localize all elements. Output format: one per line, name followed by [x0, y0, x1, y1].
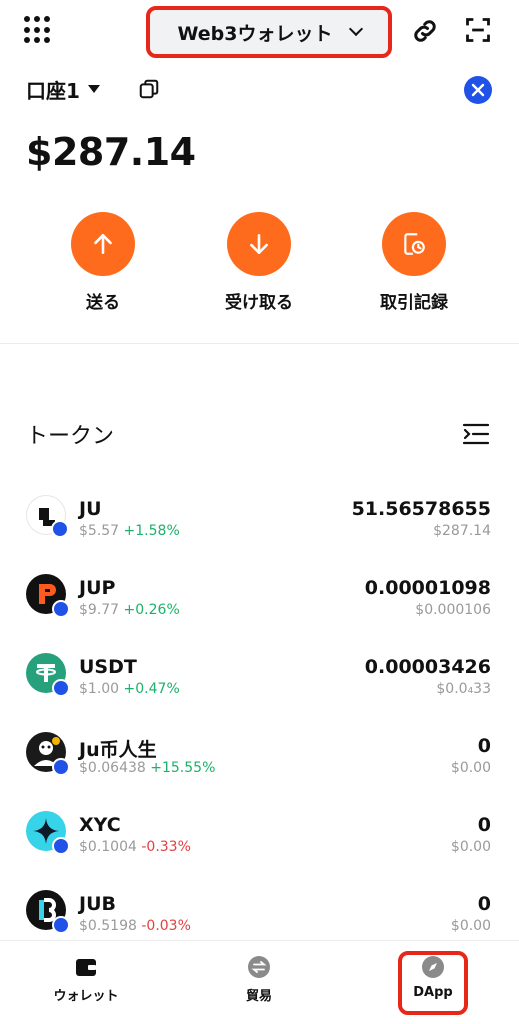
nav-trade[interactable]: 貿易 [199, 955, 319, 1004]
token-row[interactable]: XYC $0.1004 -0.33% 0 $0.00 [0, 796, 519, 875]
token-symbol: JU [79, 498, 102, 520]
token-amount: 0 [477, 893, 491, 915]
jup-token-icon [26, 574, 70, 618]
token-price: $0.06438 +15.55% [79, 760, 216, 776]
token-price: $1.00 +0.47% [79, 681, 180, 697]
token-row[interactable]: USDT $1.00 +0.47% 0.00003426 $0.0₄33 [0, 638, 519, 717]
scan-icon[interactable] [464, 16, 492, 44]
copy-icon[interactable] [138, 78, 160, 100]
usdt-token-icon [26, 653, 70, 697]
history-document-icon [382, 212, 446, 276]
arrow-down-icon [227, 212, 291, 276]
token-amount: 0 [477, 814, 491, 836]
token-value: $0.00 [450, 760, 491, 776]
xyc-token-icon [26, 811, 70, 855]
nav-dapp[interactable]: DApp [373, 955, 493, 1000]
token-symbol: Ju币人生 [79, 739, 157, 761]
ju-life-token-icon [26, 732, 70, 776]
token-value: $0.00 [450, 839, 491, 855]
compass-icon [422, 956, 444, 978]
token-list: JU $5.57 +1.58% 51.56578655 $287.14 JUP … [0, 480, 519, 954]
ju-token-icon [26, 495, 69, 538]
token-symbol: JUB [79, 893, 116, 915]
send-label: 送る [86, 293, 120, 313]
token-value: $0.00 [450, 918, 491, 934]
section-divider [0, 343, 519, 344]
account-name: 口座1 [26, 78, 80, 103]
quick-actions: 送る 受け取る 取引記録 [0, 212, 519, 313]
send-button[interactable]: 送る [43, 212, 163, 313]
account-selector[interactable]: 口座1 [26, 74, 100, 104]
token-row[interactable]: JUP $9.77 +0.26% 0.00001098 $0.000106 [0, 559, 519, 638]
nav-wallet-label: ウォレット [53, 989, 119, 1004]
wallet-type-selector[interactable]: Web3ウォレット [146, 6, 392, 58]
token-value: $0.0₄33 [436, 681, 491, 697]
token-amount: 51.56578655 [351, 498, 491, 520]
nav-trade-label: 貿易 [245, 989, 272, 1004]
wallet-icon [76, 959, 96, 976]
token-price: $0.1004 -0.33% [79, 839, 191, 855]
total-balance: $287.14 [26, 130, 196, 174]
token-value: $287.14 [433, 523, 491, 539]
nav-dapp-label: DApp [413, 985, 453, 1000]
chevron-down-icon [348, 21, 363, 37]
token-manage-icon[interactable] [462, 422, 490, 446]
bottom-navigation: ウォレット 貿易 DApp [0, 940, 519, 1024]
token-price: $9.77 +0.26% [79, 602, 180, 618]
token-amount: 0.00001098 [364, 577, 491, 599]
token-row[interactable]: Ju币人生 $0.06438 +15.55% 0 $0.00 [0, 717, 519, 796]
token-value: $0.000106 [415, 602, 491, 618]
top-bar: Web3ウォレット [0, 0, 519, 64]
token-price: $0.5198 -0.03% [79, 918, 191, 934]
token-symbol: USDT [79, 656, 137, 678]
swap-icon [248, 956, 270, 978]
tokens-heading: トークン [26, 424, 115, 449]
receive-label: 受け取る [225, 293, 293, 313]
arrow-up-icon [71, 212, 135, 276]
caret-down-icon [87, 85, 100, 93]
token-amount: 0 [477, 735, 491, 757]
wallet-type-label: Web3ウォレット [177, 22, 333, 45]
apps-grid-icon[interactable] [24, 16, 52, 44]
link-icon[interactable] [410, 16, 440, 46]
token-price: $5.57 +1.58% [79, 523, 180, 539]
transaction-history-button[interactable]: 取引記録 [354, 212, 474, 313]
chain-network-icon[interactable] [464, 76, 492, 104]
token-symbol: XYC [79, 814, 121, 836]
jub-token-icon [26, 890, 70, 934]
receive-button[interactable]: 受け取る [199, 212, 319, 313]
history-label: 取引記録 [380, 293, 448, 313]
token-symbol: JUP [79, 577, 116, 599]
token-amount: 0.00003426 [364, 656, 491, 678]
nav-wallet[interactable]: ウォレット [26, 955, 146, 1004]
token-row[interactable]: JU $5.57 +1.58% 51.56578655 $287.14 [0, 480, 519, 559]
